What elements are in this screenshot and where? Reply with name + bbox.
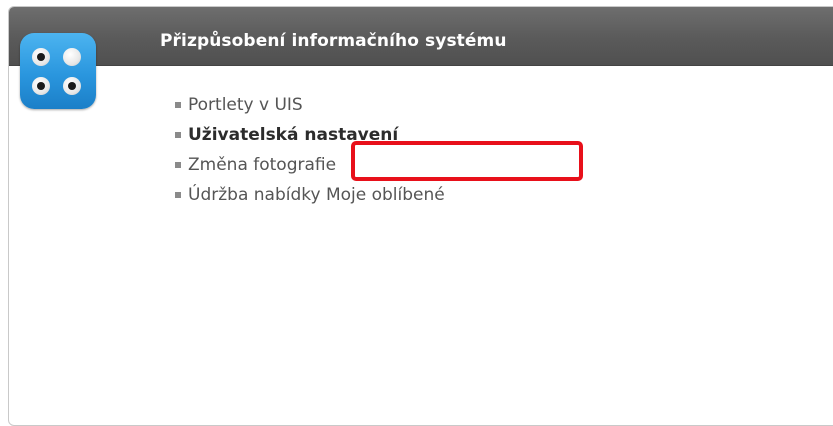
dot-icon — [32, 48, 50, 66]
dot-icon — [63, 48, 81, 66]
dot-icon — [63, 77, 81, 95]
menu-item-uzivatelska-nastaveni[interactable]: Uživatelská nastavení — [175, 121, 445, 151]
menu-item-udrzba-nabidky[interactable]: Údržba nabídky Moje oblíbené — [175, 181, 445, 211]
bullet-icon — [175, 132, 181, 138]
portlet-title: Přizpůsobení informačního systému — [160, 31, 507, 51]
portlet-panel: Přizpůsobení informačního systému Portle… — [8, 6, 833, 426]
menu-item-label: Údržba nabídky Moje oblíbené — [188, 185, 445, 205]
menu-list: Portlety v UIS Uživatelská nastavení Změ… — [175, 91, 445, 211]
menu-item-portlety[interactable]: Portlety v UIS — [175, 91, 445, 121]
bullet-icon — [175, 192, 181, 198]
bullet-icon — [175, 102, 181, 108]
menu-item-label: Portlety v UIS — [188, 95, 303, 115]
dot-icon — [32, 77, 50, 95]
menu-item-label: Změna fotografie — [188, 155, 337, 175]
portlet-header: Přizpůsobení informačního systému — [9, 7, 833, 66]
bullet-icon — [175, 162, 181, 168]
menu-item-label: Uživatelská nastavení — [188, 125, 399, 145]
menu-item-zmena-fotografie[interactable]: Změna fotografie — [175, 151, 445, 181]
four-dots-app-icon — [20, 33, 96, 109]
